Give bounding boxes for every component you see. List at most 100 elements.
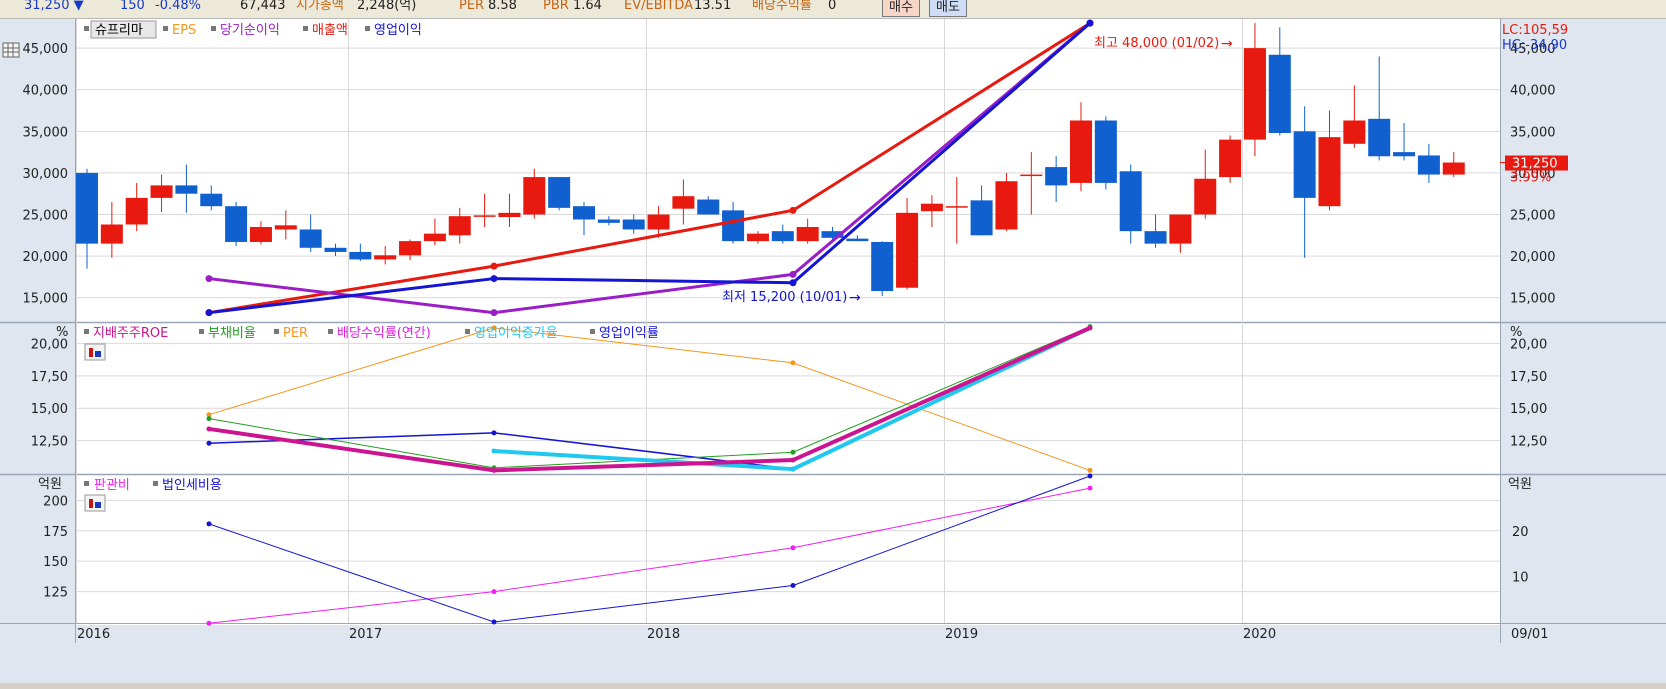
- legend-op-margin[interactable]: 영업이익률: [599, 326, 659, 341]
- hc-label: HC:-34,90: [1502, 38, 1567, 53]
- legend-dividend-yield[interactable]: 배당수익률(연간): [337, 326, 431, 341]
- sell-button[interactable]: 매도: [929, 0, 967, 17]
- y-tick-label-right: 25,000: [1510, 209, 1556, 224]
- legend-square-icon: [274, 329, 279, 334]
- candle-body: [498, 212, 521, 218]
- ratio-point: [491, 448, 497, 454]
- chart-settings-icon-bar: [95, 351, 101, 357]
- per-value: 8.58: [488, 0, 517, 13]
- y-tick-label: 30,000: [23, 167, 69, 182]
- candle-body: [523, 177, 546, 215]
- ratio-point: [790, 360, 796, 366]
- y-tick-label-right: 17,50: [1510, 370, 1547, 385]
- candle-body: [771, 231, 794, 242]
- candle-body: [846, 238, 869, 242]
- legend-tax[interactable]: 법인세비용: [162, 478, 222, 493]
- candle-body: [672, 196, 695, 209]
- candle-body: [1020, 174, 1043, 177]
- candle-body: [1169, 214, 1192, 244]
- candle-body: [1119, 171, 1142, 232]
- candle-body: [945, 206, 968, 208]
- candle-body: [448, 216, 471, 236]
- y-tick-label: 150: [43, 555, 68, 570]
- legend-square-icon: [365, 26, 370, 31]
- candle-body: [324, 247, 347, 252]
- legend-roe[interactable]: 지배주주ROE: [93, 326, 168, 341]
- expense-point: [1087, 485, 1093, 491]
- ratio-point: [206, 416, 212, 422]
- candle-body: [225, 206, 248, 242]
- chart-settings-icon-bar: [89, 348, 93, 357]
- candle-body: [1219, 139, 1242, 178]
- overlay-point: [490, 275, 498, 283]
- y-tick-label-right: 12,50: [1510, 435, 1547, 450]
- buy-button[interactable]: 매수: [882, 0, 920, 17]
- y-tick-label: 15,00: [31, 402, 68, 417]
- volume: 67,443: [240, 0, 286, 13]
- annotation-high: 최고 48,000 (01/02): [1094, 36, 1219, 51]
- legend-sga[interactable]: 판관비: [94, 478, 130, 493]
- date-label: 09/01: [1511, 627, 1548, 642]
- annotation-low: 최저 15,200 (10/01): [722, 290, 847, 305]
- y-tick-label-right: 15,000: [1510, 292, 1556, 307]
- overlay-point: [490, 309, 498, 317]
- legend-stock-name: 슈프리마: [95, 23, 143, 38]
- overlay-point: [789, 206, 797, 214]
- expense-point: [790, 545, 796, 551]
- scrollbar-track[interactable]: [0, 683, 1666, 689]
- overlay-point: [205, 309, 213, 317]
- candle-body: [399, 241, 422, 256]
- candle-body: [970, 200, 993, 236]
- y-tick-label: 200: [43, 494, 68, 509]
- price-change: 150: [120, 0, 145, 13]
- legend-square-icon: [163, 26, 168, 31]
- candle-body: [597, 219, 620, 223]
- candle-body: [896, 212, 919, 288]
- x-tick-label: 2019: [945, 627, 978, 642]
- legend-square-icon: [199, 329, 204, 334]
- candle-body: [1094, 120, 1117, 183]
- legend-per[interactable]: PER: [283, 326, 308, 341]
- y-tick-label-right: 20,000: [1510, 250, 1556, 265]
- candle-body: [722, 210, 745, 242]
- candle-body: [796, 226, 819, 242]
- overlay-point: [490, 262, 498, 270]
- legend-sales[interactable]: 매출액: [312, 23, 348, 38]
- overlay-point: [789, 270, 797, 278]
- ratio-point: [491, 467, 497, 473]
- candle-body: [125, 197, 148, 225]
- ratio-point: [1087, 325, 1093, 331]
- candle-body: [150, 185, 173, 198]
- ratio-point: [790, 466, 796, 472]
- candle-body: [1393, 152, 1416, 157]
- legend-square-icon: [84, 329, 89, 334]
- stock-chart[interactable]: 15,000 15,000 20,000 20,000 25,000 25,000 30,0…: [0, 19, 1666, 683]
- y-tick-label-right: 40,000: [1510, 84, 1556, 99]
- legend-op-growth[interactable]: 영업이익증가율: [474, 326, 558, 341]
- legend-debt-ratio[interactable]: 부채비율: [208, 326, 256, 341]
- info-bar: 31,250 ▼ 150 -0.48% 67,443 시가총액 2,248(억)…: [0, 0, 1666, 19]
- legend-square-icon: [465, 329, 470, 334]
- y-tick-label: 15,000: [23, 292, 69, 307]
- candle-body: [995, 181, 1018, 230]
- dividend-value: 0: [828, 0, 837, 13]
- annotation-high-arrow-icon: →: [1221, 36, 1233, 52]
- candle-body: [1045, 167, 1068, 186]
- candle-body: [1368, 118, 1391, 157]
- ratio-point: [790, 457, 796, 463]
- x-tick-label: 2017: [349, 627, 382, 642]
- table-icon[interactable]: [2, 42, 20, 58]
- y-tick-label: 25,000: [23, 209, 69, 224]
- candle-body: [200, 193, 223, 207]
- candle-body: [349, 251, 372, 260]
- chart-settings-icon-bar: [89, 499, 93, 508]
- candle-body: [473, 215, 496, 217]
- candle-body: [1293, 131, 1316, 198]
- legend-square-icon: [303, 26, 308, 31]
- legend-op-income[interactable]: 영업이익: [374, 23, 422, 38]
- legend-net-income[interactable]: 당기순이익: [220, 23, 280, 38]
- overlay-point: [205, 275, 213, 283]
- legend-eps[interactable]: EPS: [172, 23, 196, 38]
- candle-body: [249, 226, 272, 242]
- y-tick-label: 40,000: [23, 84, 69, 99]
